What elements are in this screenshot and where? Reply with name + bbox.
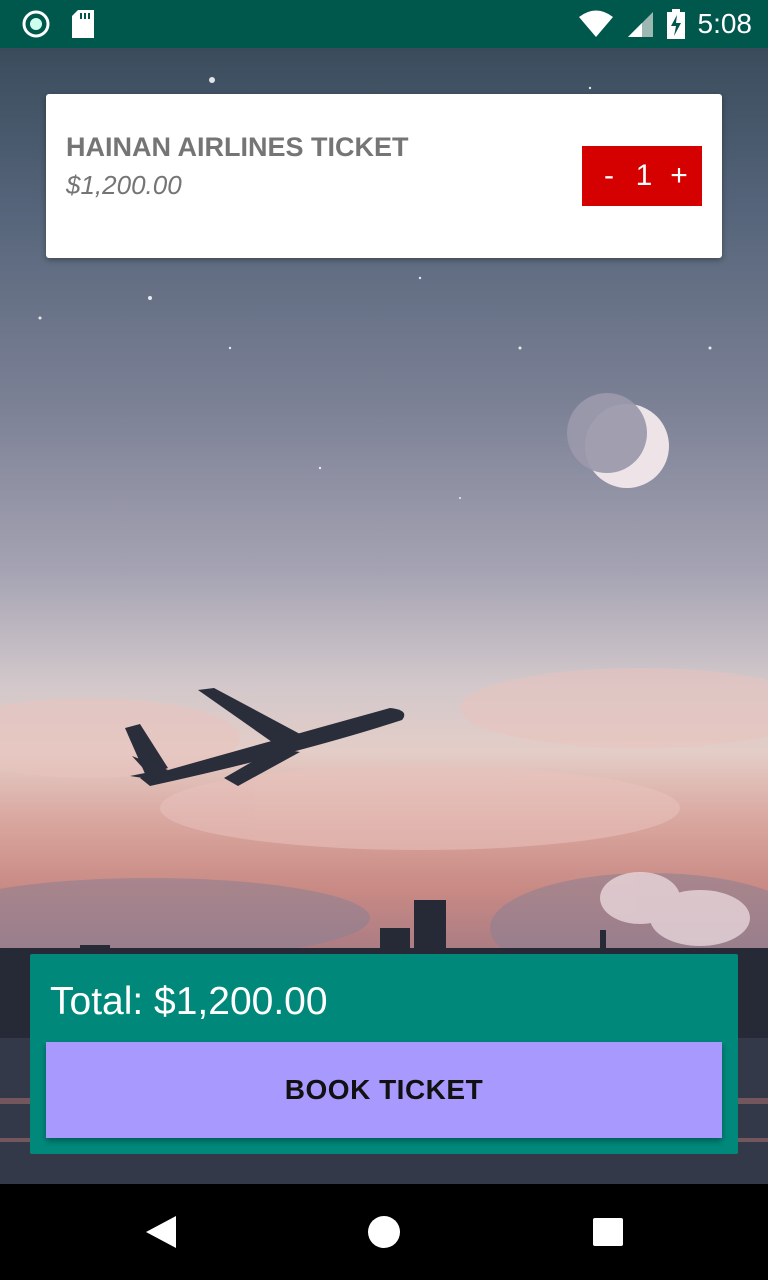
recents-icon[interactable] — [592, 1217, 624, 1247]
total-panel: Total: $1,200.00 BOOK TICKET — [30, 954, 738, 1154]
sd-card-icon — [72, 10, 94, 38]
quantity-stepper[interactable]: - 1 + — [582, 146, 702, 206]
battery-charging-icon — [666, 9, 685, 39]
ticket-card: HAINAN AIRLINES TICKET $1,200.00 - 1 + — [46, 94, 722, 258]
signal-icon — [627, 12, 653, 37]
increment-button[interactable]: + — [666, 159, 702, 193]
navigation-bar — [0, 1184, 768, 1280]
ticket-price: $1,200.00 — [66, 170, 182, 200]
ticket-title: HAINAN AIRLINES TICKET — [66, 132, 409, 162]
clock: 5:08 — [697, 8, 753, 39]
wifi-icon — [578, 10, 613, 37]
back-icon[interactable] — [144, 1214, 178, 1250]
home-icon[interactable] — [367, 1215, 401, 1249]
status-bar: 5:08 — [0, 0, 768, 48]
quantity-value: 1 — [635, 159, 653, 192]
camera-dot-icon — [22, 10, 50, 38]
total-amount: Total: $1,200.00 — [50, 980, 328, 1023]
decrement-button[interactable]: - — [582, 159, 622, 193]
book-ticket-button[interactable]: BOOK TICKET — [46, 1042, 722, 1138]
